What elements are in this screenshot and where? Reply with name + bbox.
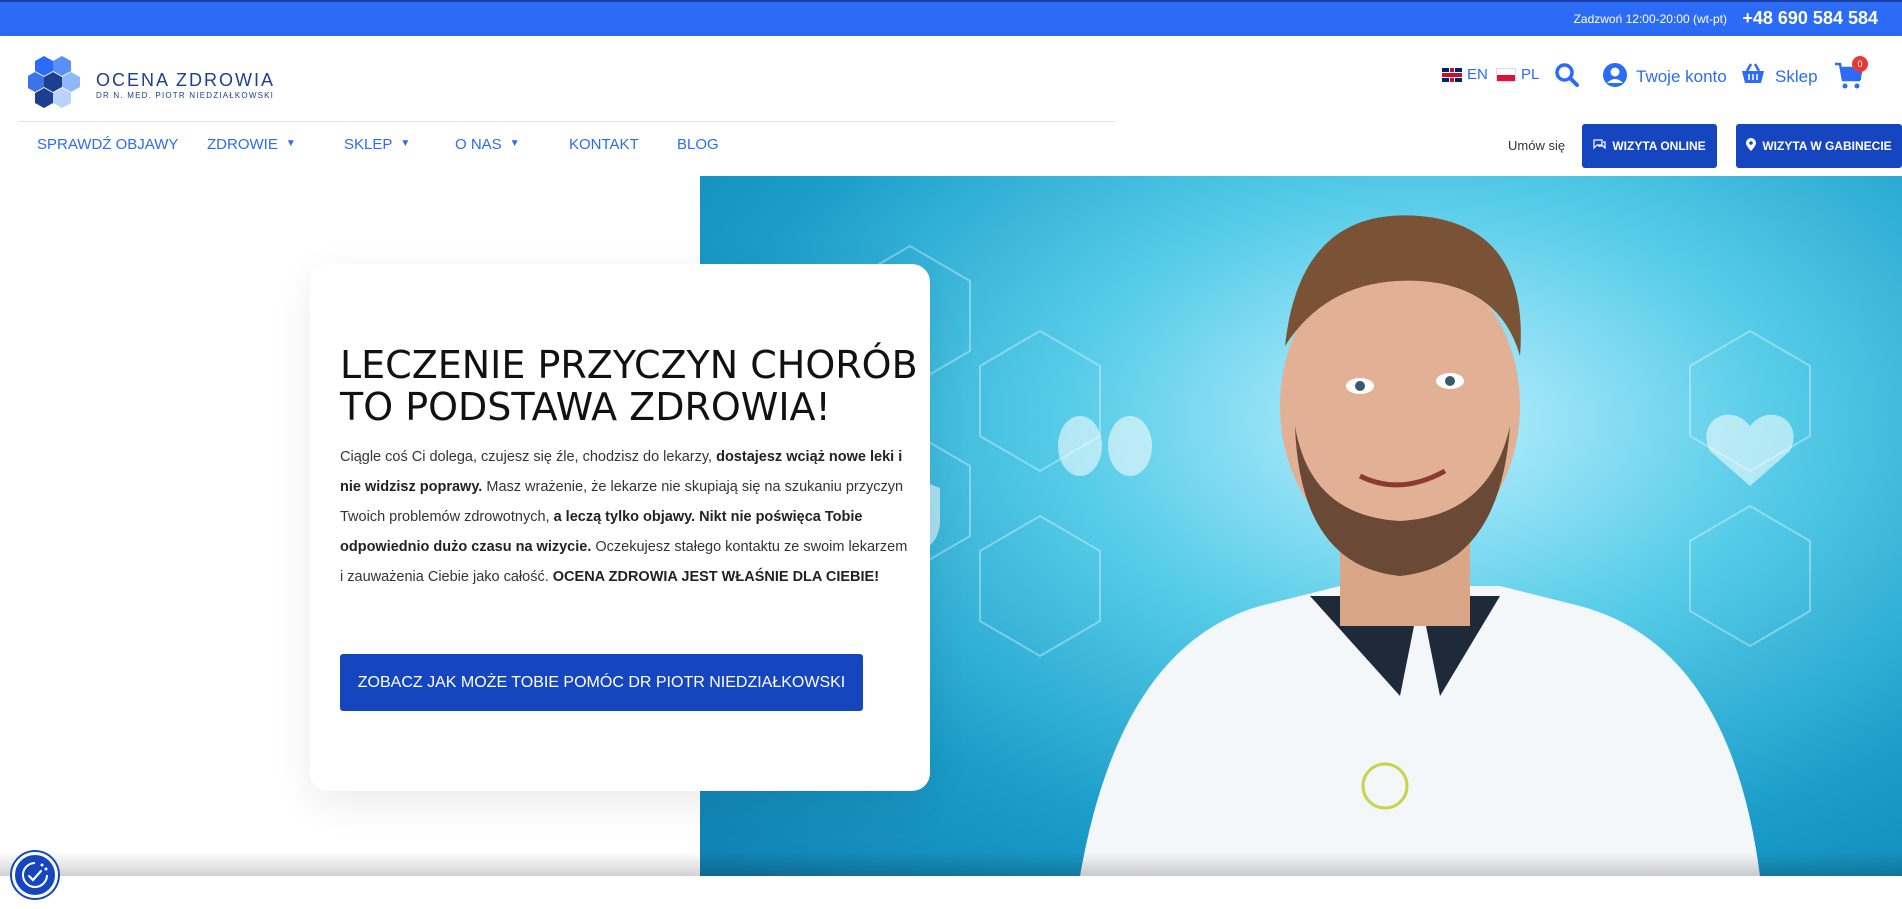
- chevron-down-icon: ▼: [509, 138, 520, 149]
- site-logo[interactable]: OCENA ZDROWIA DR N. MED. PIOTR NIEDZIAŁK…: [28, 46, 273, 116]
- lang-pl-label: PL: [1521, 66, 1540, 83]
- basket-icon[interactable]: [1740, 62, 1766, 91]
- nav-item-sklep[interactable]: SKLEP ▼: [344, 136, 410, 153]
- nav-item-zdrowie[interactable]: ZDROWIE ▼: [207, 136, 296, 153]
- cookie-settings-icon: [22, 862, 48, 888]
- chevron-down-icon: ▼: [285, 138, 296, 149]
- office-visit-label: WIZYTA W GABINECIE: [1762, 139, 1892, 153]
- shop-link[interactable]: Sklep: [1775, 67, 1818, 87]
- hero-bottom-shadow: [0, 852, 1902, 876]
- office-visit-button[interactable]: WIZYTA W GABINECIE: [1736, 124, 1902, 168]
- uk-flag-icon: [1442, 67, 1462, 82]
- site-header: OCENA ZDROWIA DR N. MED. PIOTR NIEDZIAŁK…: [0, 36, 1902, 176]
- para-text: Ciągle coś Ci dolega, czujesz się źle, c…: [340, 449, 717, 465]
- book-label: Umów się: [1508, 138, 1566, 153]
- cart-count-badge: 0: [1852, 56, 1868, 72]
- logo-subtitle: DR N. MED. PIOTR NIEDZIAŁKOWSKI: [96, 91, 275, 100]
- top-bar: Zadzwoń 12:00-20:00 (wt-pt) +48 690 584 …: [0, 0, 1902, 36]
- phone-link[interactable]: +48 690 584 584: [1742, 8, 1878, 29]
- chat-icon: [1593, 139, 1606, 153]
- pl-flag-icon: [1496, 67, 1516, 82]
- header-divider: [18, 121, 1116, 122]
- nav-label: BLOG: [677, 136, 719, 153]
- lang-pl-link[interactable]: PL: [1496, 66, 1539, 83]
- nav-label: SPRAWDŹ OBJAWY: [37, 136, 179, 153]
- map-pin-icon: [1746, 138, 1757, 154]
- nav-item-sprawdz-objawy[interactable]: SPRAWDŹ OBJAWY: [37, 136, 178, 153]
- search-icon[interactable]: [1554, 62, 1580, 93]
- nav-label: SKLEP: [344, 136, 393, 153]
- nav-label: ZDROWIE: [207, 136, 278, 153]
- nav-item-o-nas[interactable]: O NAS ▼: [455, 136, 520, 153]
- account-link[interactable]: Twoje konto: [1636, 67, 1727, 87]
- nav-label: KONTAKT: [569, 136, 639, 153]
- nav-item-blog[interactable]: BLOG: [677, 136, 719, 153]
- logo-title: OCENA ZDROWIA: [96, 70, 276, 90]
- hero-section: LECZENIE PRZYCZYN CHORÓB TO PODSTAWA ZDR…: [0, 176, 1902, 876]
- hero-paragraph: Ciągle coś Ci dolega, czujesz się źle, c…: [340, 442, 910, 592]
- hero-card: LECZENIE PRZYCZYN CHORÓB TO PODSTAWA ZDR…: [310, 264, 930, 791]
- para-text-bold: OCENA ZDROWIA JEST WŁAŚNIE DLA CIEBIE!: [552, 569, 880, 585]
- chevron-down-icon: ▼: [400, 138, 411, 149]
- cta-button[interactable]: ZOBACZ JAK MOŻE TOBIE POMÓC DR PIOTR NIE…: [340, 654, 863, 711]
- online-visit-label: WIZYTA ONLINE: [1612, 139, 1706, 153]
- hexagon-logo-icon: [28, 56, 80, 108]
- lang-en-label: EN: [1467, 66, 1488, 83]
- user-icon[interactable]: [1602, 62, 1628, 93]
- cookie-settings-button[interactable]: [12, 852, 58, 898]
- lang-en-link[interactable]: EN: [1442, 66, 1488, 83]
- call-hours-text: Zadzwoń 12:00-20:00 (wt-pt): [1573, 12, 1727, 26]
- hero-heading: LECZENIE PRZYCZYN CHORÓB TO PODSTAWA ZDR…: [340, 343, 918, 429]
- nav-item-kontakt[interactable]: KONTAKT: [569, 136, 639, 153]
- nav-label: O NAS: [455, 136, 502, 153]
- online-visit-button[interactable]: WIZYTA ONLINE: [1582, 124, 1717, 168]
